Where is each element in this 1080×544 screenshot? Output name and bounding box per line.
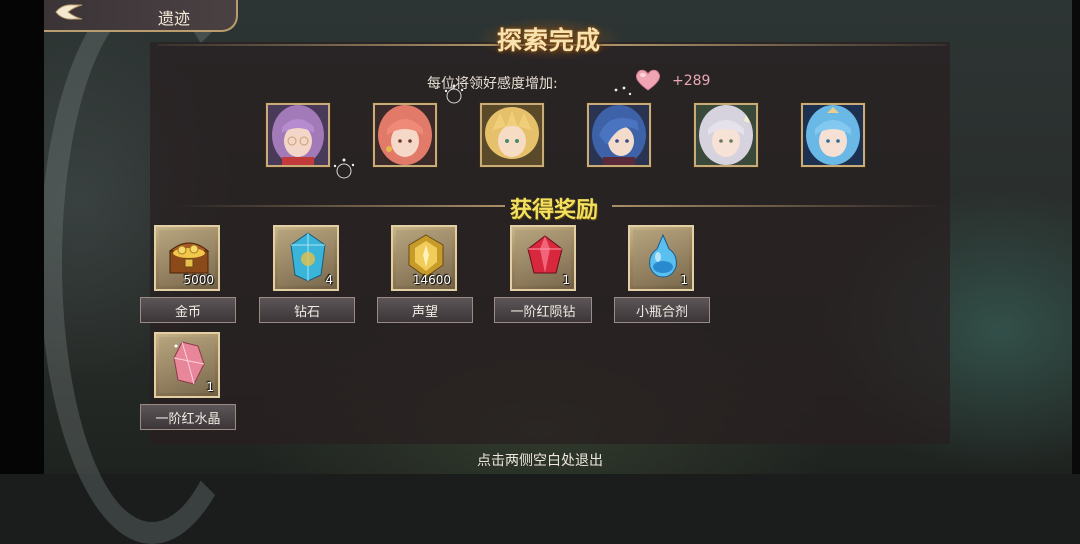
reward-label: 金币 bbox=[140, 297, 236, 323]
reward-count: 1 bbox=[562, 273, 570, 287]
exploration-complete-banner: 探索完成 bbox=[478, 18, 620, 60]
reward-label: 一阶红陨钻 bbox=[494, 297, 592, 323]
reward-count: 1 bbox=[680, 273, 688, 287]
reward-count: 4 bbox=[325, 273, 333, 287]
reward-label: 一阶红水晶 bbox=[140, 404, 236, 430]
back-arrow-icon[interactable] bbox=[52, 2, 88, 22]
reward-item-red-meteor-diamond[interactable]: 1 bbox=[510, 225, 576, 291]
portrait-blue-hair-lady bbox=[587, 103, 651, 167]
divider-left bbox=[175, 205, 505, 207]
exit-hint: 点击两侧空白处退出 bbox=[477, 453, 603, 469]
pink-crystal-icon bbox=[173, 341, 205, 385]
portrait-pink-hair-girl bbox=[373, 103, 437, 167]
portrait-silver-hair-girl bbox=[694, 103, 758, 167]
affinity-value: +289 bbox=[672, 73, 711, 89]
reward-count: 14600 bbox=[412, 273, 451, 287]
blue-crystal-icon bbox=[290, 232, 326, 282]
divider-right bbox=[612, 205, 942, 207]
reward-label: 声望 bbox=[377, 297, 473, 323]
right-letterbox bbox=[1072, 0, 1080, 474]
potion-bottle-icon bbox=[649, 233, 677, 278]
rewards-title: 获得奖励 bbox=[510, 198, 599, 223]
portrait-light-blue-hair-girl bbox=[801, 103, 865, 167]
reward-item-prestige[interactable]: 14600 bbox=[391, 225, 457, 291]
portrait-blonde-boy bbox=[480, 103, 544, 167]
heart-icon bbox=[635, 69, 661, 91]
back-label[interactable]: 遗迹 bbox=[158, 5, 190, 29]
reward-label: 小瓶合剂 bbox=[614, 297, 710, 323]
left-letterbox bbox=[0, 0, 44, 474]
reward-item-diamond[interactable]: 4 bbox=[273, 225, 339, 291]
treasure-chest-icon bbox=[168, 242, 210, 274]
reward-count: 5000 bbox=[183, 273, 214, 287]
portrait-purple-hair-girl bbox=[266, 103, 330, 167]
sparkle-icon bbox=[444, 84, 464, 104]
sparkle-icon bbox=[333, 158, 355, 179]
reward-item-gold[interactable]: 5000 bbox=[154, 225, 220, 291]
reward-item-red-crystal[interactable]: 1 bbox=[154, 332, 220, 398]
reward-label: 钻石 bbox=[259, 297, 355, 323]
reward-count: 1 bbox=[206, 380, 214, 394]
page-title: 探索完成 bbox=[496, 26, 601, 55]
reward-item-small-potion[interactable]: 1 bbox=[628, 225, 694, 291]
